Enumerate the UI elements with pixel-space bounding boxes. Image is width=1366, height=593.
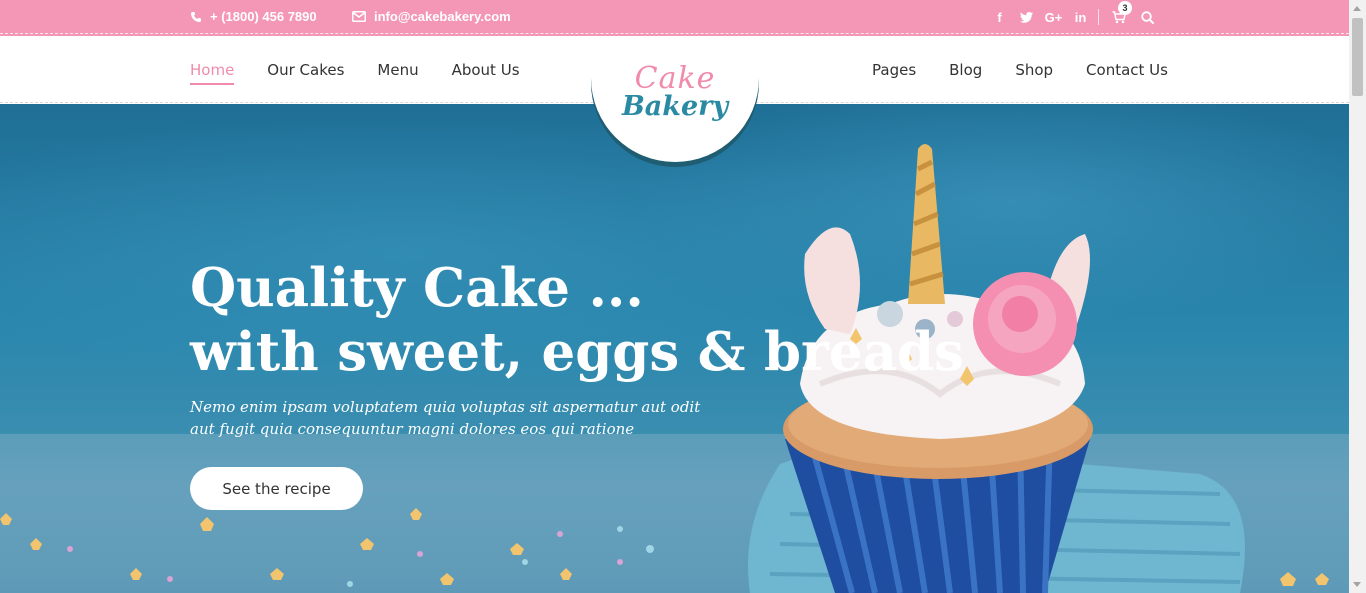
scroll-up-arrow-icon[interactable] xyxy=(1353,6,1361,11)
top-bar: + (1800) 456 7890 info@cakebakery.com f … xyxy=(0,0,1349,36)
nav-pages[interactable]: Pages xyxy=(872,61,916,79)
hero-title: Quality Cake ... with sweet, eggs & brea… xyxy=(190,256,964,384)
linkedin-icon[interactable]: in xyxy=(1067,8,1094,26)
hero-title-line-2: with sweet, eggs & breads xyxy=(190,321,964,383)
hero-banner: Quality Cake ... with sweet, eggs & brea… xyxy=(0,104,1349,593)
social-links: f G+ in 3 xyxy=(986,1,1157,26)
cart-button[interactable]: 3 xyxy=(1109,1,1132,26)
email-contact[interactable]: info@cakebakery.com xyxy=(352,9,511,24)
nav-our-cakes[interactable]: Our Cakes xyxy=(267,61,344,79)
google-plus-icon[interactable]: G+ xyxy=(1040,8,1067,26)
search-icon xyxy=(1141,10,1154,24)
search-button[interactable] xyxy=(1141,8,1157,26)
phone-contact[interactable]: + (1800) 456 7890 xyxy=(190,9,317,24)
topbar-divider xyxy=(1098,9,1099,25)
nav-about-us[interactable]: About Us xyxy=(452,61,520,79)
nav-blog[interactable]: Blog xyxy=(949,61,982,79)
facebook-icon[interactable]: f xyxy=(986,8,1013,26)
nav-menu[interactable]: Menu xyxy=(377,61,418,79)
cart-count-badge: 3 xyxy=(1118,1,1132,15)
nav-right-group: Pages Blog Shop Contact Us xyxy=(872,61,1201,79)
phone-number: + (1800) 456 7890 xyxy=(210,9,317,24)
nav-shop[interactable]: Shop xyxy=(1015,61,1053,79)
logo-text-bakery: Bakery xyxy=(621,91,729,122)
nav-contact-us[interactable]: Contact Us xyxy=(1086,61,1168,79)
hero-title-line-1: Quality Cake ... xyxy=(190,257,644,319)
twitter-icon[interactable] xyxy=(1013,8,1040,26)
see-recipe-button[interactable]: See the recipe xyxy=(190,467,363,510)
scroll-down-arrow-icon[interactable] xyxy=(1353,582,1361,587)
nav-home[interactable]: Home xyxy=(190,61,235,85)
phone-icon xyxy=(191,11,201,22)
email-address: info@cakebakery.com xyxy=(374,9,511,24)
envelope-icon xyxy=(352,11,366,22)
hero-subtitle: Nemo enim ipsam voluptatem quia voluptas… xyxy=(190,398,701,438)
page-scrollbar[interactable] xyxy=(1349,0,1366,593)
scrollbar-thumb[interactable] xyxy=(1352,18,1363,96)
nav-left-group: Home Our Cakes Menu About Us xyxy=(190,61,553,85)
logo-text-cake: Cake xyxy=(634,61,716,96)
